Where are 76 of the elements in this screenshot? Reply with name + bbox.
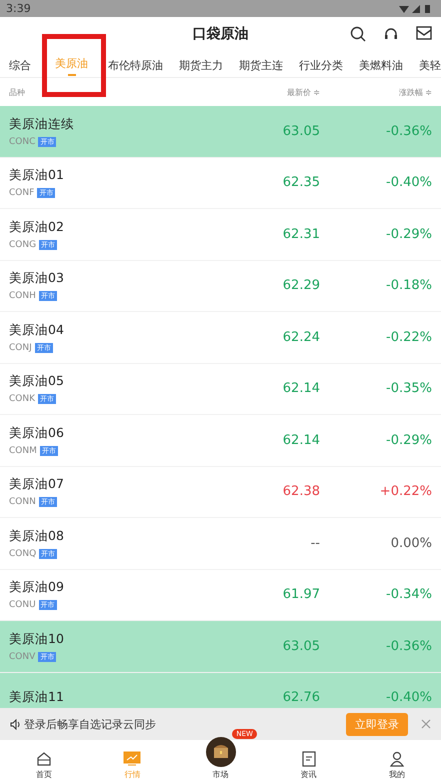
contract-name: 美原油05 — [9, 373, 65, 390]
price-change: -0.36% — [385, 124, 432, 139]
status-time: 3:39 — [6, 2, 31, 15]
contract-name: 美原油03 — [9, 270, 65, 288]
category-tab[interactable]: 综合 — [0, 50, 39, 77]
latest-price: 62.24 — [282, 330, 320, 345]
contract-code: CONK — [9, 394, 36, 404]
search-icon[interactable] — [350, 26, 366, 42]
latest-price: -- — [310, 536, 320, 551]
latest-price: 62.76 — [282, 690, 320, 706]
contract-name: 美原油06 — [9, 424, 65, 442]
speaker-icon — [10, 718, 21, 730]
latest-price: 62.31 — [282, 226, 320, 242]
contract-code: CONH — [9, 291, 36, 302]
price-change: -0.35% — [385, 381, 432, 396]
highlight-frame — [42, 34, 106, 97]
person-icon — [388, 751, 405, 767]
home-icon — [36, 751, 52, 767]
contract-name: 美原油连续 — [9, 116, 75, 133]
nav-tab[interactable]: 我的 — [352, 740, 441, 784]
latest-price: 62.35 — [282, 175, 320, 190]
document-icon — [300, 751, 317, 767]
contract-code: CONF — [9, 188, 34, 198]
headset-icon[interactable] — [383, 26, 399, 42]
latest-price: 62.14 — [282, 381, 320, 396]
latest-price: 63.05 — [282, 638, 320, 654]
app-logo: 口袋原油 — [192, 24, 248, 42]
price-change: -0.34% — [385, 587, 432, 602]
price-change: -0.40% — [385, 690, 432, 706]
contract-code: CONG — [9, 240, 36, 250]
latest-price: 63.05 — [282, 124, 320, 139]
category-tab[interactable]: 期货主连 — [231, 50, 291, 77]
price-change: -0.22% — [385, 330, 432, 345]
category-tab[interactable]: 美燃料油 — [351, 50, 411, 77]
contract-code: CONV — [9, 652, 36, 662]
column-header: 品种 — [9, 86, 26, 98]
contract-name: 美原油04 — [9, 322, 65, 339]
contract-name: 美原油07 — [9, 476, 65, 494]
latest-price: 62.14 — [282, 432, 320, 448]
contract-name: 美原油10 — [9, 630, 65, 648]
column-header[interactable]: 涨跌幅 ≑ — [320, 86, 432, 98]
price-change: -0.18% — [385, 278, 432, 294]
latest-price: 61.97 — [282, 587, 320, 602]
column-header[interactable]: 最新价 ≑ — [210, 86, 320, 98]
mail-icon[interactable] — [416, 26, 432, 40]
contract-name: 美原油02 — [9, 218, 65, 236]
quote-row[interactable]: 美原油11 62.76 -0.40% — [0, 672, 441, 708]
price-change: 0.00% — [390, 536, 432, 551]
contract-name: 美原油09 — [9, 579, 65, 596]
treasure-chest-icon — [206, 737, 236, 767]
category-tab[interactable]: 行业分类 — [291, 50, 351, 77]
price-change: -0.40% — [385, 175, 432, 190]
banner-text: 登录后畅享自选记录云同步 — [24, 716, 157, 732]
latest-price: 62.29 — [282, 278, 320, 294]
contract-code: CONN — [9, 497, 36, 508]
nav-tab[interactable]: 首页 — [0, 740, 88, 784]
nav-tab[interactable]: 市场 — [176, 740, 265, 784]
status-icons — [399, 4, 433, 14]
contract-code: CONJ — [9, 342, 32, 353]
contract-code: CONM — [9, 446, 37, 456]
price-change: -0.36% — [385, 638, 432, 654]
price-change: -0.29% — [385, 226, 432, 242]
contract-code: CONC — [9, 136, 36, 147]
price-change: -0.29% — [385, 432, 432, 448]
nav-tab[interactable]: 资讯 — [264, 740, 353, 784]
category-tab[interactable]: 期货主力 — [171, 50, 231, 77]
latest-price: 62.38 — [282, 484, 320, 500]
contract-name: 美原油08 — [9, 528, 65, 545]
contract-code: CONQ — [9, 548, 36, 559]
chart-screen-icon — [123, 751, 142, 767]
contract-name: 美原油01 — [9, 167, 65, 184]
price-change: +0.22% — [378, 484, 432, 500]
contract-code: CONU — [9, 600, 36, 610]
contract-name: 美原油11 — [9, 689, 65, 706]
category-tab[interactable]: 布伦特原油 — [100, 50, 171, 77]
category-tab[interactable]: 美轻 — [411, 50, 441, 77]
